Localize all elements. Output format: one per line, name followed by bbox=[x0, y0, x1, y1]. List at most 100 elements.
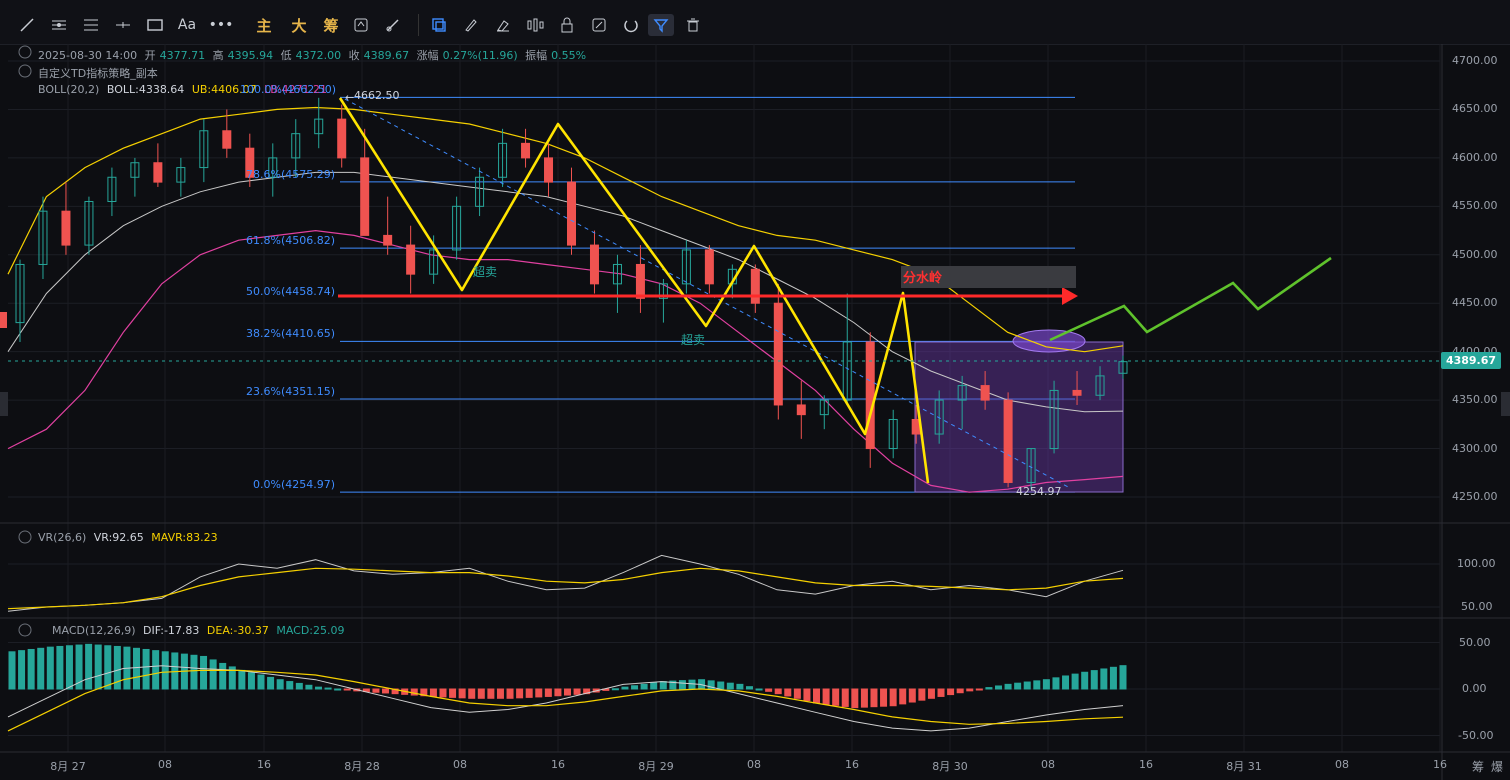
trend-line-icon[interactable] bbox=[14, 14, 40, 36]
crosshair-icon[interactable] bbox=[110, 14, 136, 36]
plan-icon[interactable] bbox=[586, 14, 612, 36]
candle-body bbox=[773, 302, 783, 406]
macd-bar bbox=[314, 686, 322, 690]
sync-icon[interactable] bbox=[348, 14, 374, 36]
strategy-line[interactable]: 自定义TD指标策略_副本 bbox=[38, 65, 162, 81]
macd-bar bbox=[1081, 671, 1089, 690]
candles-icon[interactable] bbox=[522, 14, 548, 36]
macd-bar bbox=[142, 648, 150, 690]
macd-bar bbox=[870, 688, 878, 708]
macd-bar bbox=[104, 645, 112, 690]
macd-bar bbox=[152, 650, 160, 690]
watershed-label: 分水岭 bbox=[903, 271, 943, 286]
marker-icon[interactable] bbox=[490, 14, 516, 36]
macd-bar bbox=[94, 644, 102, 690]
brush-icon[interactable] bbox=[380, 14, 406, 36]
fib-label: 78.6%(4575.29) bbox=[246, 167, 336, 181]
ruler-h-icon[interactable] bbox=[46, 14, 72, 36]
layers-icon[interactable] bbox=[426, 14, 452, 36]
vr-value: VR:92.65 bbox=[93, 531, 144, 544]
price-tick: 4300.00 bbox=[1452, 441, 1498, 455]
candle-body bbox=[61, 210, 71, 246]
trend-dashed-line bbox=[344, 98, 1071, 489]
candle-body bbox=[980, 385, 990, 401]
high-label: 高 bbox=[212, 49, 224, 62]
eye-icon bbox=[18, 623, 32, 637]
trash-icon[interactable] bbox=[680, 14, 706, 36]
time-tick: 16 bbox=[1139, 758, 1153, 771]
high-marker: ← bbox=[345, 91, 354, 104]
macd-bar bbox=[343, 688, 351, 691]
macd-bar bbox=[745, 686, 753, 690]
vr-legend[interactable]: VR(26,6) VR:92.65 MAVR:83.23 bbox=[38, 531, 222, 544]
macd-bar bbox=[27, 648, 35, 690]
burst-toggle[interactable]: 爆 bbox=[1491, 758, 1503, 775]
magnet-icon[interactable] bbox=[618, 14, 644, 36]
text-icon[interactable]: Aa bbox=[174, 14, 200, 36]
macd-bar bbox=[832, 688, 840, 706]
fib-label: 0.0%(4254.97) bbox=[253, 478, 336, 492]
last-price-tag: 4389.67 bbox=[1441, 352, 1501, 369]
candle-body bbox=[635, 263, 645, 299]
macd-bar bbox=[880, 688, 888, 707]
macd-bar bbox=[908, 688, 916, 703]
macd-bar bbox=[37, 647, 45, 690]
chips-icon[interactable]: 筹 bbox=[318, 14, 344, 36]
macd-bar bbox=[286, 681, 294, 690]
macd-bar bbox=[487, 688, 495, 699]
macd-bar bbox=[458, 688, 466, 699]
more-icon[interactable]: ••• bbox=[208, 14, 234, 36]
candle-body bbox=[544, 157, 554, 183]
candle-body bbox=[704, 249, 714, 285]
price-tick: 4500.00 bbox=[1452, 247, 1498, 261]
datetime: 2025-08-30 14:00 bbox=[38, 49, 138, 62]
pencil-icon[interactable] bbox=[458, 14, 484, 36]
time-tick: 8月 27 bbox=[50, 760, 86, 773]
macd-bar bbox=[324, 687, 332, 690]
low-label: 低 bbox=[280, 49, 292, 62]
macd-bar bbox=[8, 651, 16, 690]
macd-bar bbox=[544, 688, 552, 697]
open-value: 4377.71 bbox=[159, 49, 206, 62]
main-icon[interactable]: 主 bbox=[251, 14, 277, 36]
macd-legend[interactable]: MACD(12,26,9) DIF:-17.83 DEA:-30.37 MACD… bbox=[52, 624, 349, 637]
macd-bar bbox=[564, 688, 571, 696]
time-tick: 16 bbox=[1433, 758, 1447, 771]
macd-bar bbox=[305, 684, 313, 690]
fib-label: 23.6%(4351.15) bbox=[246, 384, 336, 398]
dea-value: DEA:-30.37 bbox=[206, 624, 269, 637]
chips-toggle[interactable]: 筹 bbox=[1472, 758, 1484, 775]
lock-icon[interactable] bbox=[554, 14, 580, 36]
macd-bar bbox=[1004, 683, 1012, 690]
macd-bar bbox=[994, 685, 1002, 690]
chart-area[interactable]: ← bbox=[0, 44, 1510, 780]
candle-body bbox=[406, 244, 416, 275]
macd-bar bbox=[1090, 670, 1098, 690]
filter-icon[interactable] bbox=[648, 14, 674, 36]
strategy-name: 自定义TD指标策略_副本 bbox=[38, 67, 158, 80]
change-value: 0.27%(11.96) bbox=[442, 49, 518, 62]
price-tick: 4350.00 bbox=[1452, 393, 1498, 407]
ruler-lines-icon[interactable] bbox=[78, 14, 104, 36]
oversold-label-1: 超卖 bbox=[473, 265, 498, 279]
price-tick: 4550.00 bbox=[1452, 199, 1498, 213]
rect-icon[interactable] bbox=[142, 14, 168, 36]
time-tick: 08 bbox=[453, 758, 467, 771]
macd-bar bbox=[860, 688, 868, 708]
big-icon[interactable]: 大 bbox=[286, 14, 312, 36]
macd-bar bbox=[813, 688, 821, 704]
candle-body bbox=[521, 142, 531, 159]
macd-bar bbox=[1109, 666, 1117, 690]
fib-label: 61.8%(4506.82) bbox=[246, 234, 336, 248]
macd-bar bbox=[841, 688, 849, 707]
macd-bar bbox=[1042, 679, 1050, 690]
macd-bar bbox=[496, 688, 504, 699]
projection-line bbox=[1049, 256, 1332, 342]
macd-bar bbox=[1052, 677, 1060, 690]
candle-body bbox=[383, 234, 393, 246]
macd-bar bbox=[975, 688, 983, 691]
macd-bar bbox=[190, 654, 198, 690]
macd-bar bbox=[525, 688, 533, 698]
price-tick: 4650.00 bbox=[1452, 102, 1498, 116]
macd-bar bbox=[276, 679, 284, 690]
